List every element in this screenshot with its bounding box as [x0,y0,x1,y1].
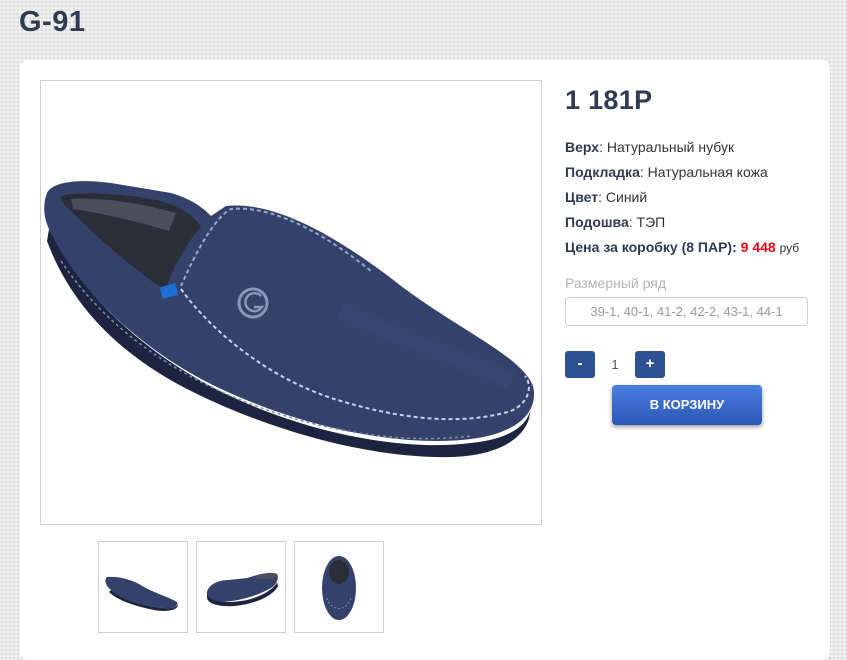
page-title: G-91 [19,6,86,38]
spec-sole: Подошва: ТЭП [565,214,666,230]
spec-lining-label: Подкладка [565,164,640,180]
size-range-label: Размерный ряд [565,275,667,291]
shoe-side-view-icon [105,576,179,611]
add-to-cart-button[interactable]: В КОРЗИНУ [612,385,762,425]
thumbnail-1[interactable] [98,541,188,633]
spec-color: Цвет: Синий [565,189,648,205]
spec-upper: Верх: Натуральный нубук [565,139,735,155]
size-range-field[interactable]: 39-1, 40-1, 41-2, 42-2, 43-1, 44-1 [565,297,808,326]
box-price-amount: 9 448 [740,239,776,255]
thumbnail-3[interactable] [294,541,384,633]
quantity-minus-button[interactable]: - [565,351,595,378]
shoe-top-view-icon [322,556,356,620]
box-price-currency: руб [779,241,800,255]
shoe-angle-view-icon [206,572,278,607]
spec-sole-label: Подошва [565,214,629,230]
box-price: Цена за коробку (8 ПАР): 9 448 руб [565,235,815,261]
spec-upper-value: Натуральный нубук [606,139,735,155]
spec-lining: Подкладка: Натуральная кожа [565,164,768,180]
spec-lining-value: Натуральная кожа [647,164,768,180]
spec-color-value: Синий [605,189,648,205]
shoe-photo-icon [44,181,535,458]
spec-color-label: Цвет [565,189,599,205]
product-info: 1 181Р Верх: Натуральный нубук Подкладка… [565,85,815,378]
quantity-input[interactable]: 1 [595,351,635,378]
main-product-image[interactable] [40,80,542,525]
box-price-label: Цена за коробку (8 ПАР): [565,239,737,255]
spec-upper-label: Верх [565,139,600,155]
product-price: 1 181Р [565,85,653,115]
spec-sole-value: ТЭП [636,214,666,230]
quantity-plus-button[interactable]: + [635,351,665,378]
quantity-stepper: - 1 + [565,351,815,378]
thumbnail-2[interactable] [196,541,286,633]
product-card: 1 181Р Верх: Натуральный нубук Подкладка… [20,60,830,660]
